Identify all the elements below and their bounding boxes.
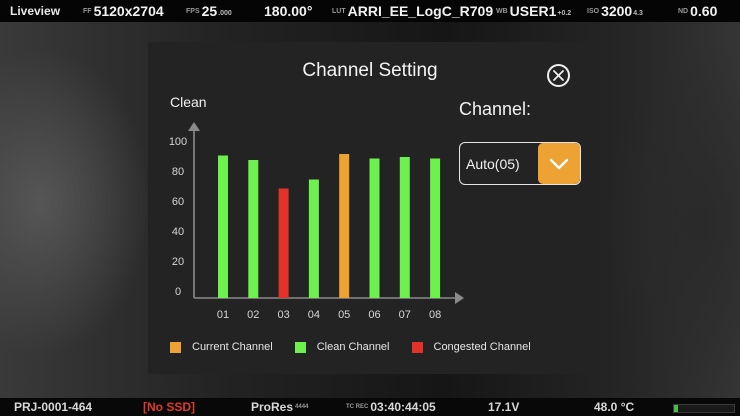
bar-channel-03 [278,188,289,298]
shutter-indicator[interactable]: 180.00° [264,0,312,22]
project-name: PRJ-0001-464 [14,400,93,414]
dialog-title: Channel Setting [302,60,438,81]
y-tick-label: 60 [172,196,184,208]
bar-channel-01 [218,155,228,298]
codec-indicator[interactable]: ProRes 4444 [251,398,310,416]
x-tick-label: 04 [308,309,320,321]
bar-channel-08 [430,158,441,298]
close-icon [553,70,564,81]
legend-clean-label: Clean Channel [316,341,390,353]
nd-indicator[interactable]: ND 0.60 [678,0,717,22]
x-tick-label: 07 [399,309,411,321]
bar-channel-06 [369,158,380,298]
lut-label: LUT [332,7,346,15]
iso-stop: 4.3 [633,10,643,17]
y-tick-label: 40 [172,226,184,238]
mode-indicator: Liveview [10,0,60,22]
level-meter-fill [674,405,678,412]
white-balance-indicator[interactable]: WB USER1 +0.2 [496,0,571,22]
iso-label: ISO [587,7,600,15]
top-status-bar: Liveview FF 5120x2704 FPS 25 .000 180.00… [0,0,740,22]
iso-value: 3200 [601,3,633,19]
nd-value: 0.60 [690,3,718,19]
legend-congested-swatch [411,341,423,353]
x-tick-label: 03 [277,309,289,321]
close-button[interactable] [547,64,570,87]
legend-clean-swatch [294,341,306,353]
ff-label: FF [83,7,92,15]
timecode-value: 03:40:44:05 [370,400,436,414]
resolution-indicator[interactable]: FF 5120x2704 [83,0,164,22]
chart-legend: Current Channel Clean Channel Congested … [170,340,531,354]
fps-label: FPS [186,7,200,15]
x-tick-label: 05 [338,309,350,321]
mode-value: Liveview [10,4,61,18]
y-tick-label: 80 [172,166,184,178]
legend-congested: Congested Channel [411,341,531,353]
shutter-value: 180.00° [264,3,313,19]
y-tick-label: 20 [172,256,184,268]
channel-label: Channel: [459,99,532,119]
y-tick-label: 100 [169,136,187,148]
legend-current: Current Channel [170,341,273,353]
fps-value: 25 [201,3,218,19]
wb-label: WB [496,7,508,15]
bar-channel-07 [399,157,410,298]
channel-setting-dialog: Channel Setting Clean 0 20 40 60 80 100 01 02 03… [148,42,592,374]
channel-bar-chart: 0 20 40 60 80 100 01 02 03 04 05 06 07 08 [169,122,464,321]
legend-clean: Clean Channel [294,341,390,353]
resolution-value: 5120x2704 [93,3,164,19]
x-tick-label: 06 [368,309,380,321]
x-tick-label: 01 [217,309,229,321]
temperature-indicator: 48.0 °C [594,400,635,414]
channel-select-value: Auto(05) [466,155,520,172]
wb-value: USER1 [509,3,557,19]
y-tick-label: 0 [175,286,181,298]
lut-value: ARRI_EE_LogC_R709 [347,3,494,19]
channel-select-arrow-button[interactable] [538,143,580,184]
timecode-indicator: TC REC 03:40:44:05 [344,398,436,416]
codec-value: ProRes [251,400,294,414]
chevron-down-icon [549,158,569,169]
fps-indicator[interactable]: FPS 25 .000 [186,0,232,22]
codec-sub: 4444 [295,404,309,410]
legend-current-label: Current Channel [192,341,273,353]
bottom-status-bar: PRJ-0001-464 [No SSD] ProRes 4444 TC REC… [0,398,740,416]
bar-channel-04 [308,179,319,298]
fps-decimal: .000 [218,10,232,17]
x-tick-label: 02 [247,309,259,321]
iso-indicator[interactable]: ISO 3200 4.3 [587,0,643,22]
voltage-indicator: 17.1V [488,400,520,414]
ssd-status: [No SSD] [143,400,195,414]
bar-channel-02 [248,160,259,298]
chart-label: Clean [170,94,207,110]
level-meter [673,404,735,413]
legend-congested-label: Congested Channel [433,341,531,353]
bar-channel-05 [339,154,350,298]
wb-offset: +0.2 [557,10,572,17]
tc-label: TC REC [346,404,369,410]
channel-select[interactable]: Auto(05) [459,142,581,185]
x-tick-label: 08 [429,309,441,321]
lut-indicator[interactable]: LUT ARRI_EE_LogC_R709 [332,0,493,22]
nd-label: ND [678,7,689,15]
legend-current-swatch [170,341,181,353]
y-axis-arrow-icon [188,122,200,131]
x-axis-arrow-icon [455,292,464,304]
